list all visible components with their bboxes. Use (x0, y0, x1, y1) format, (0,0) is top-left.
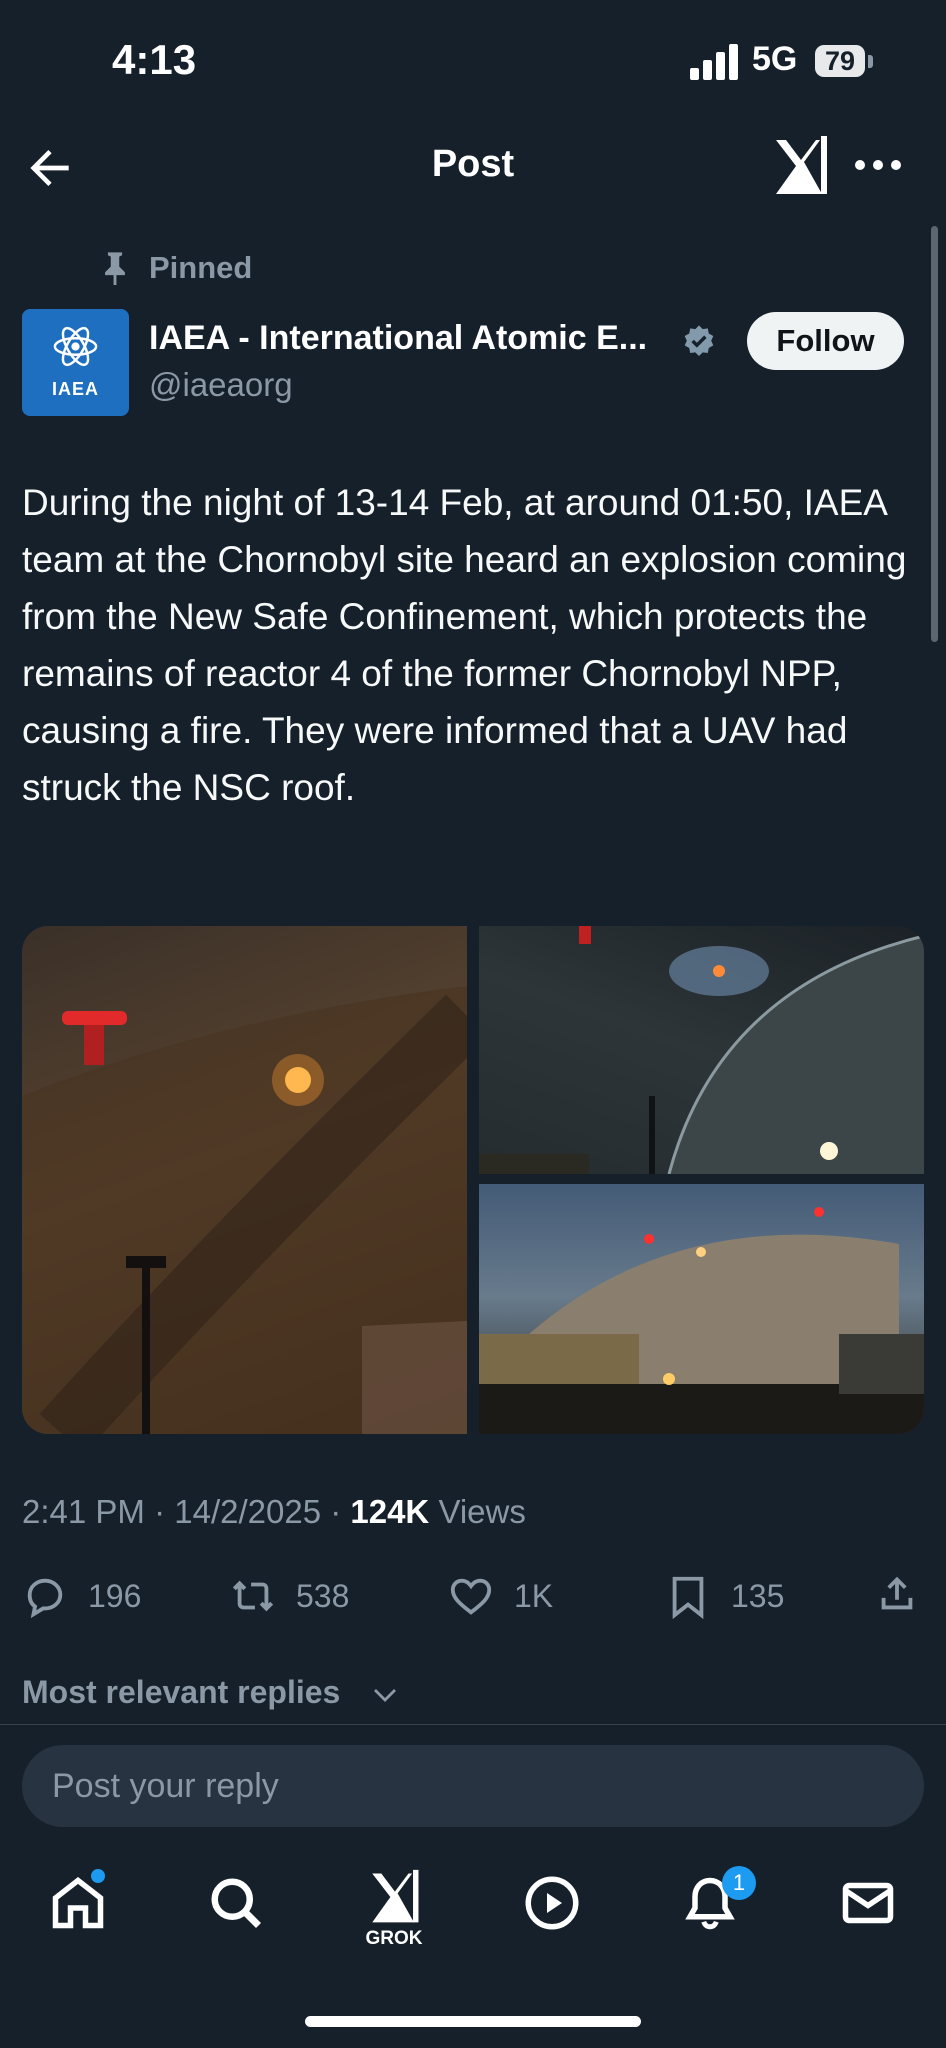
bookmark-button[interactable]: 135 (665, 1571, 784, 1621)
grok-label[interactable]: GROK (354, 1928, 434, 1950)
handle[interactable]: @iaeaorg (149, 366, 293, 404)
repost-count: 538 (296, 1577, 350, 1614)
reply-icon (27, 1578, 63, 1619)
bookmark-icon (672, 1576, 704, 1619)
post-time: 2:41 PM (22, 1493, 145, 1530)
like-icon (450, 1578, 492, 1615)
pinned-label: Pinned (149, 250, 253, 285)
search-icon[interactable] (206, 1873, 266, 1933)
like-button[interactable]: 1K (448, 1571, 553, 1621)
verified-badge-icon (684, 325, 714, 357)
scrollbar[interactable] (931, 226, 938, 642)
views-label: Views (438, 1493, 526, 1530)
network-label: 5G (752, 40, 798, 78)
status-time: 4:13 (112, 36, 197, 83)
video-icon[interactable] (522, 1873, 582, 1933)
repost-icon (232, 1580, 274, 1612)
like-count: 1K (514, 1577, 554, 1614)
follow-button[interactable]: Follow (747, 312, 904, 370)
reply-input[interactable] (22, 1745, 924, 1827)
post-date: 14/2/2025 (174, 1493, 322, 1530)
avatar[interactable]: IAEA (22, 309, 129, 416)
repost-button[interactable]: 538 (230, 1571, 349, 1621)
views-count: 124K (350, 1493, 430, 1530)
battery-cap (868, 55, 873, 68)
post-image-2[interactable] (479, 926, 924, 1175)
post-meta: 2:41 PM · 14/2/2025 · 124K Views (22, 1493, 526, 1530)
home-unread-dot (91, 1869, 105, 1883)
avatar-text: IAEA (51, 379, 99, 399)
post-body: During the night of 13-14 Feb, at around… (22, 482, 907, 808)
display-name[interactable]: IAEA - International Atomic E... (149, 319, 647, 358)
post-image-3[interactable] (479, 1184, 924, 1434)
media-grid[interactable] (22, 926, 924, 1434)
grok-tab-icon[interactable] (364, 1868, 424, 1926)
reply-count: 196 (88, 1577, 142, 1614)
home-indicator[interactable] (305, 2016, 641, 2027)
mail-icon[interactable] (838, 1873, 898, 1933)
replies-sort-dropdown[interactable]: Most relevant replies (22, 1674, 340, 1711)
notification-badge: 1 (722, 1866, 756, 1900)
post-image-1[interactable] (22, 926, 488, 1434)
pin-icon (105, 252, 125, 285)
grok-icon[interactable] (770, 134, 830, 198)
iaea-logo-icon (53, 326, 98, 367)
signal-icon (690, 44, 740, 80)
bookmark-count: 135 (731, 1577, 785, 1614)
reply-button[interactable]: 196 (22, 1571, 141, 1621)
share-icon[interactable] (874, 1571, 920, 1617)
battery-icon: 79 (815, 45, 865, 77)
divider (0, 1724, 946, 1725)
chevron-down-icon[interactable] (370, 1680, 400, 1710)
more-icon[interactable] (852, 150, 904, 180)
